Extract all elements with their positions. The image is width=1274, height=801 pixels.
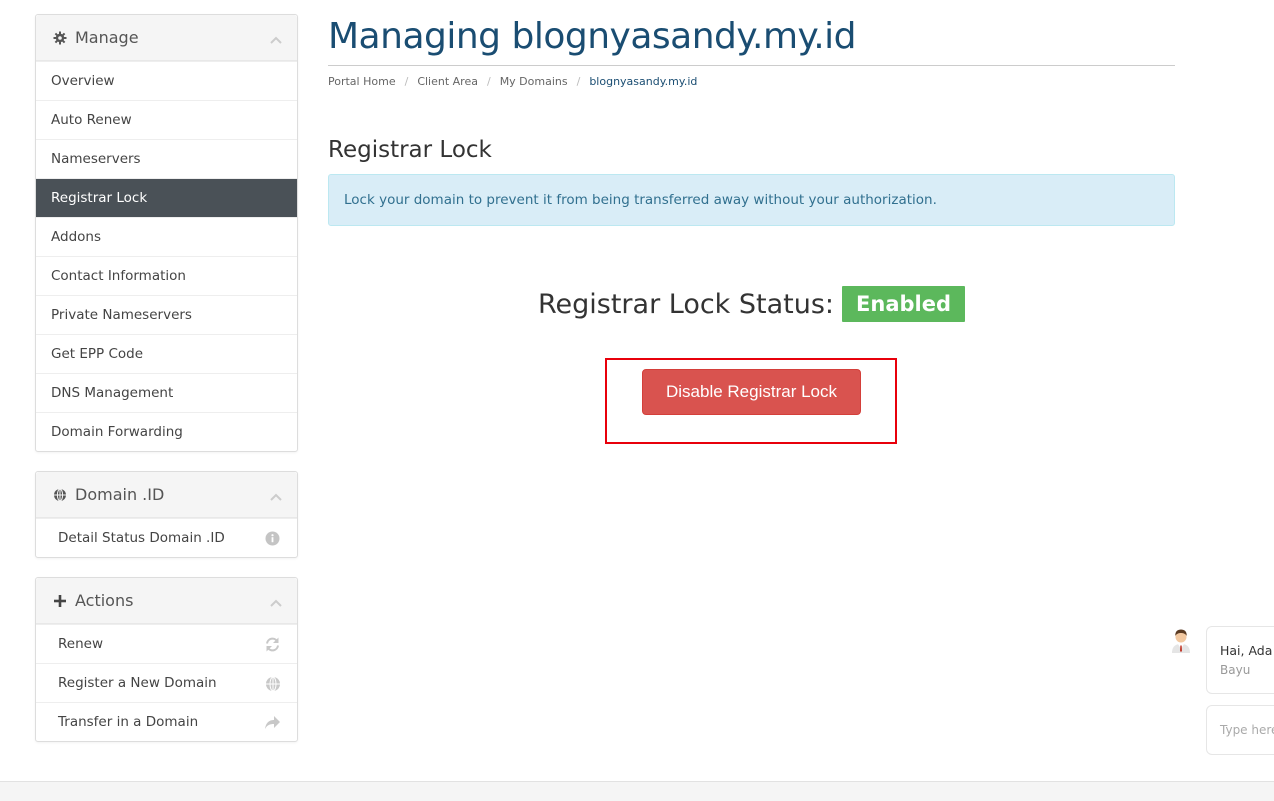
- disable-registrar-lock-button[interactable]: Disable Registrar Lock: [642, 369, 861, 415]
- manage-panel-heading[interactable]: Manage: [36, 15, 297, 61]
- sidebar-item-label: DNS Management: [51, 385, 174, 401]
- breadcrumb-my-domains[interactable]: My Domains: [500, 75, 568, 88]
- breadcrumb-separator: /: [486, 75, 491, 88]
- gear-icon: [51, 29, 69, 47]
- info-circle-icon: [264, 530, 281, 547]
- sidebar-item-label: Private Nameservers: [51, 307, 192, 323]
- sidebar-item-label: Renew: [58, 636, 103, 652]
- sidebar-item-label: Domain Forwarding: [51, 424, 183, 440]
- manage-panel-title: Manage: [75, 28, 139, 47]
- sidebar-item-label: Get EPP Code: [51, 346, 144, 362]
- sidebar-item-register-new-domain[interactable]: Register a New Domain: [36, 663, 297, 702]
- sidebar-item-get-epp-code[interactable]: Get EPP Code: [36, 334, 297, 373]
- actions-panel-heading[interactable]: Actions: [36, 578, 297, 624]
- globe-icon: [264, 675, 281, 692]
- sidebar-item-label: Register a New Domain: [58, 675, 217, 691]
- breadcrumb-separator: /: [576, 75, 581, 88]
- sidebar-item-dns-management[interactable]: DNS Management: [36, 373, 297, 412]
- info-alert-text: Lock your domain to prevent it from bein…: [344, 192, 937, 208]
- share-arrow-icon: [264, 714, 281, 731]
- status-badge: Enabled: [842, 286, 966, 322]
- chat-message-bubble[interactable]: Hai, Ada y Bayu: [1206, 626, 1274, 694]
- section-title: Registrar Lock: [328, 137, 492, 163]
- sidebar-item-private-nameservers[interactable]: Private Nameservers: [36, 295, 297, 334]
- sidebar-item-contact-information[interactable]: Contact Information: [36, 256, 297, 295]
- manage-panel: Manage Overview Auto Renew Nameservers R…: [35, 14, 298, 452]
- chat-input-placeholder: Type here: [1220, 723, 1274, 737]
- sidebar-item-label: Overview: [51, 73, 115, 89]
- sidebar-item-registrar-lock[interactable]: Registrar Lock: [36, 178, 297, 217]
- sidebar-item-label: Transfer in a Domain: [58, 714, 199, 730]
- chat-agent-name: Bayu: [1220, 663, 1251, 677]
- plus-icon: [51, 592, 69, 610]
- chevron-up-icon[interactable]: [269, 487, 283, 501]
- page-title: Managing blognyasandy.my.id: [328, 16, 857, 57]
- sidebar-item-label: Auto Renew: [51, 112, 132, 128]
- chevron-up-icon[interactable]: [269, 30, 283, 44]
- sidebar-item-label: Nameservers: [51, 151, 141, 167]
- chat-input[interactable]: Type here: [1206, 705, 1274, 755]
- sidebar-item-label: Registrar Lock: [51, 190, 148, 206]
- sidebar-item-overview[interactable]: Overview: [36, 61, 297, 100]
- domain-id-panel: Domain .ID Detail Status Domain .ID: [35, 471, 298, 558]
- chevron-up-icon[interactable]: [269, 593, 283, 607]
- actions-panel-title: Actions: [75, 591, 134, 610]
- status-label: Registrar Lock Status:: [537, 288, 835, 320]
- sidebar-item-auto-renew[interactable]: Auto Renew: [36, 100, 297, 139]
- breadcrumb-separator: /: [404, 75, 409, 88]
- sidebar-item-label: Addons: [51, 229, 101, 245]
- sidebar-item-addons[interactable]: Addons: [36, 217, 297, 256]
- breadcrumb-portal-home[interactable]: Portal Home: [328, 75, 396, 88]
- chat-agent-avatar[interactable]: [1170, 627, 1192, 653]
- breadcrumb-current-domain: blognyasandy.my.id: [589, 75, 698, 88]
- chat-message-text: Hai, Ada y: [1220, 643, 1274, 658]
- sidebar-item-renew[interactable]: Renew: [36, 624, 297, 663]
- breadcrumb-client-area[interactable]: Client Area: [417, 75, 478, 88]
- sidebar-item-detail-status-domain-id[interactable]: Detail Status Domain .ID: [36, 518, 297, 557]
- registrar-lock-status: Registrar Lock Status: Enabled: [328, 286, 1175, 322]
- info-alert: Lock your domain to prevent it from bein…: [328, 174, 1175, 226]
- title-divider: [328, 65, 1175, 66]
- globe-icon: [51, 486, 69, 504]
- domain-id-panel-title: Domain .ID: [75, 485, 165, 504]
- breadcrumb: Portal Home / Client Area / My Domains /…: [328, 75, 697, 88]
- sidebar-item-label: Detail Status Domain .ID: [58, 530, 225, 546]
- page-footer: [0, 781, 1274, 801]
- sidebar-item-transfer-in-domain[interactable]: Transfer in a Domain: [36, 702, 297, 741]
- sidebar-item-label: Contact Information: [51, 268, 186, 284]
- sidebar-item-domain-forwarding[interactable]: Domain Forwarding: [36, 412, 297, 451]
- sidebar-item-nameservers[interactable]: Nameservers: [36, 139, 297, 178]
- domain-id-panel-heading[interactable]: Domain .ID: [36, 472, 297, 518]
- actions-panel: Actions Renew Register a New Domain Tran…: [35, 577, 298, 742]
- refresh-icon: [264, 636, 281, 653]
